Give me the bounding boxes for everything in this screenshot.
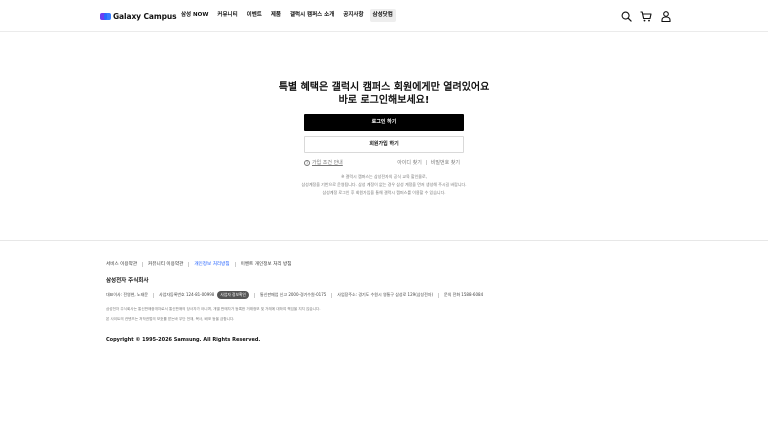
divider — [142, 261, 144, 267]
cart-icon[interactable] — [640, 10, 652, 22]
account-links: ? 가입 조건 안내 아이디 찾기 비밀번호 찾기 — [304, 158, 464, 168]
main-nav: 삼성 NOW 커뮤니티 이벤트 제품 갤럭시 캠퍼스 소개 공지사항 삼성닷컴 — [181, 9, 405, 22]
terms-link-label: 가입 조건 안내 — [312, 160, 343, 166]
footer-link-privacy-policy[interactable]: 개인정보 처리방침 — [194, 261, 229, 267]
legal-line: 삼성전자 주식회사는 통신판매중개자로서 통신판매의 당사자가 아니며, 개별 … — [106, 307, 321, 311]
business-number: 사업자등록번호 124-81-00998 — [158, 292, 215, 297]
nav-item-samsung-com[interactable]: 삼성닷컴 — [369, 9, 396, 22]
login-prompt-section: 특별 혜택은 갤럭시 캠퍼스 회원에게만 열려있어요 바로 로그인해보세요! 로… — [0, 32, 768, 240]
legal-line: 본 사이트의 컨텐츠는 저작권법의 보호를 받는바 무단 전재, 복사, 배포 … — [106, 317, 235, 321]
user-icon[interactable] — [660, 10, 672, 22]
nav-item-about[interactable]: 갤럭시 캠퍼스 소개 — [290, 9, 334, 22]
divider — [331, 292, 333, 298]
nav-item-community[interactable]: 커뮤니티 — [217, 9, 237, 22]
find-id-link[interactable]: 아이디 찾기 — [397, 159, 422, 166]
find-password-link[interactable]: 비밀번호 찾기 — [431, 159, 460, 166]
site-header: Galaxy Campus 삼성 NOW 커뮤니티 이벤트 제품 갤럭시 캠퍼스… — [0, 0, 768, 32]
mail-order-info: 통신판매업 신고 2000-경기수원-0175 — [260, 292, 327, 297]
notice-line: 삼성계정 로그인 후 회원가입을 통해 갤럭시 캠퍼스를 이용할 수 있습니다. — [322, 190, 446, 195]
nav-item-notice[interactable]: 공지사항 — [343, 9, 363, 22]
logo-text: Galaxy Campus — [113, 11, 177, 21]
copyright: Copyright © 1995-2026 Samsung. All Right… — [106, 337, 261, 343]
divider — [188, 261, 190, 267]
company-name: 삼성전자 주식회사 — [106, 278, 149, 284]
terms-link[interactable]: ? 가입 조건 안내 — [304, 159, 343, 166]
headline-line-2: 바로 로그인해보세요! — [338, 94, 430, 106]
divider — [425, 160, 427, 165]
logo-mark-icon — [100, 12, 111, 20]
site-footer: 서비스 이용약관 커뮤니티 이용약관 개인정보 처리방침 이벤트 개인정보 처리… — [0, 240, 768, 432]
ceo-info: 대표이사: 전영현, 노태문 — [106, 292, 148, 297]
footer-link-community-terms[interactable]: 커뮤니티 이용약관 — [148, 261, 183, 267]
signup-button[interactable]: 회원가입 하기 — [304, 136, 464, 153]
galaxy-campus-logo[interactable]: Galaxy Campus — [100, 10, 177, 22]
nav-item-product[interactable]: 제품 — [271, 9, 281, 22]
notice-line: 삼성계정을 기반으로 운영됩니다. 삼성 계정이 없는 경우 삼성 계정을 먼저… — [301, 182, 467, 187]
search-icon[interactable] — [620, 10, 632, 22]
membership-notice: ※ 갤럭시 캠퍼스는 삼성전자의 공식 교육 할인몰로, 삼성계정을 기반으로 … — [0, 173, 768, 197]
business-info-badge[interactable]: 사업자 정보확인 — [217, 291, 250, 299]
login-button[interactable]: 로그인 하기 — [304, 114, 464, 131]
page-title: 특별 혜택은 갤럭시 캠퍼스 회원에게만 열려있어요 바로 로그인해보세요! — [0, 82, 768, 107]
legal-notice: 삼성전자 주식회사는 통신판매중개자로서 통신판매의 당사자가 아니며, 개별 … — [106, 304, 321, 324]
divider — [254, 292, 256, 298]
notice-line: ※ 갤럭시 캠퍼스는 삼성전자의 공식 교육 할인몰로, — [341, 174, 427, 179]
business-info: 대표이사: 전영현, 노태문 사업자등록번호 124-81-00998 사업자 … — [106, 291, 483, 299]
address-info: 사업장주소: 경기도 수원시 영통구 삼성로 129(삼성전자) — [337, 292, 434, 297]
divider — [234, 261, 236, 267]
find-links: 아이디 찾기 비밀번호 찾기 — [397, 159, 460, 166]
footer-links: 서비스 이용약관 커뮤니티 이용약관 개인정보 처리방침 이벤트 개인정보 처리… — [106, 261, 291, 267]
footer-link-event-privacy[interactable]: 이벤트 개인정보 처리 방침 — [241, 261, 292, 267]
nav-item-samsung-now[interactable]: 삼성 NOW — [181, 9, 208, 22]
footer-link-service-terms[interactable]: 서비스 이용약관 — [106, 261, 137, 267]
divider — [438, 292, 440, 298]
divider — [152, 292, 154, 298]
question-icon: ? — [304, 159, 310, 166]
nav-item-event[interactable]: 이벤트 — [247, 9, 262, 22]
headline-line-1: 특별 혜택은 갤럭시 캠퍼스 회원에게만 열려있어요 — [278, 82, 490, 93]
phone-info: 문의 전화 1588-6084 — [444, 292, 484, 297]
header-icons — [612, 10, 672, 22]
